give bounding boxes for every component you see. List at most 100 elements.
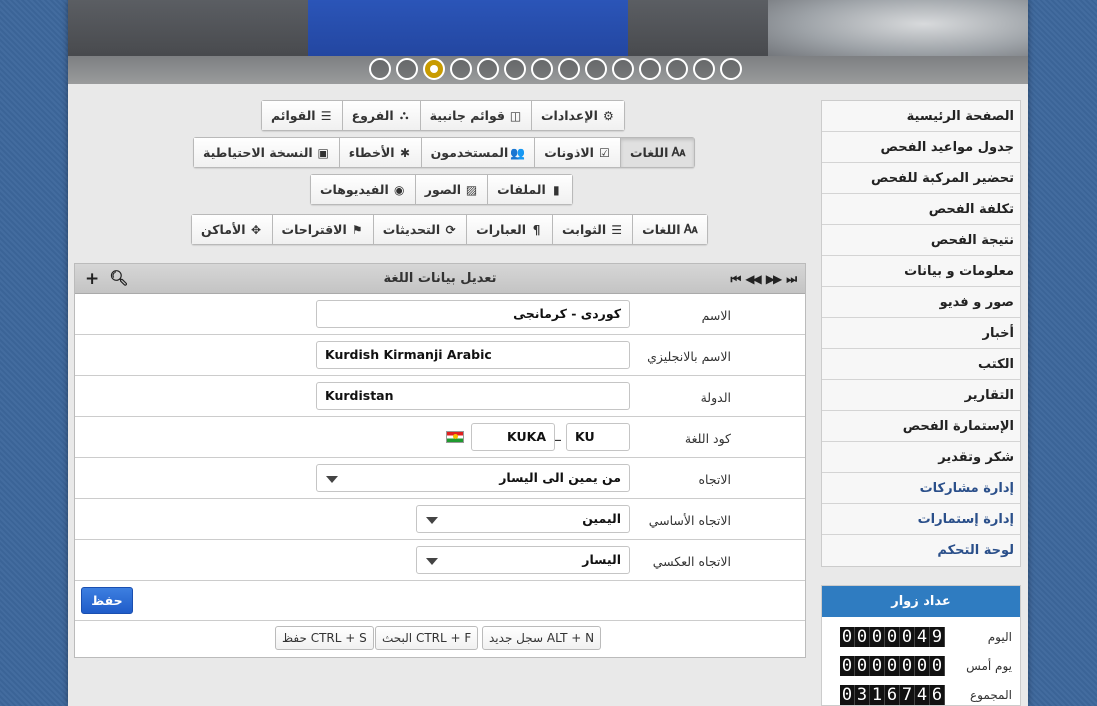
backup-button[interactable]: ▣ النسخة الاحتياطية (194, 138, 339, 167)
bug-icon: ✱ (400, 145, 411, 160)
counter-digits: 0000049 (840, 627, 945, 647)
direction-select[interactable]: من يمين الى اليسار (316, 464, 630, 492)
slider-dot[interactable] (369, 58, 391, 80)
bars-icon: ☰ (611, 222, 623, 237)
images-button[interactable]: ▨ الصور (414, 175, 488, 204)
language-code-input[interactable]: KU (566, 423, 630, 451)
counter-digit: 0 (885, 656, 900, 676)
crosshairs-icon: ✥ (251, 222, 262, 237)
places-button[interactable]: ✥ الأماكن (192, 215, 272, 244)
sidebar-item-vehicle-prep[interactable]: تحضير المركبة للفحص (822, 163, 1020, 194)
country-input[interactable]: Kurdistan (316, 382, 630, 410)
sidebar-item-result[interactable]: نتيجة الفحص (822, 225, 1020, 256)
sidebar-item-cost[interactable]: تكلفة الفحص (822, 194, 1020, 225)
counter-digit: 0 (840, 627, 855, 647)
counter-digit: 1 (870, 685, 885, 705)
counter-digit: 4 (915, 627, 930, 647)
languages-button[interactable]: 🗛 اللغات (619, 138, 695, 167)
phrases-button[interactable]: ¶ العبارات (466, 215, 553, 244)
counter-digit: 3 (855, 685, 870, 705)
slider-dot[interactable] (612, 58, 634, 80)
direction-label: الاتجاه (698, 472, 731, 487)
name-input[interactable]: كوردى - كرمانجى (316, 300, 630, 328)
slider-dot[interactable] (639, 58, 661, 80)
counter-row-today: اليوم 0000049 (822, 622, 1020, 651)
users-button[interactable]: 👥 المستخدمون (420, 138, 535, 167)
sidebar-item-home[interactable]: الصفحة الرئيسية (822, 101, 1020, 132)
sidebar-item-news[interactable]: أخبار (822, 318, 1020, 349)
form-title: تعديل بيانات اللغة (383, 271, 497, 286)
languages-sub-button[interactable]: 🗛 اللغات (632, 215, 707, 244)
language-code-label: كود اللغة (684, 431, 731, 446)
save-row: حفظ (75, 581, 805, 621)
counter-digit: 0 (930, 656, 945, 676)
counter-digit: 0 (840, 656, 855, 676)
sidebar-item-info[interactable]: معلومات و بيانات (822, 256, 1020, 287)
menus-button[interactable]: ☰ القوائم (262, 101, 342, 130)
videos-button[interactable]: ◉ الفيديوهات (311, 175, 415, 204)
kurdistan-flag-icon (446, 431, 464, 443)
last-record-icon[interactable]: ⏭ (786, 272, 797, 287)
save-button[interactable]: حفظ (81, 587, 133, 614)
slider-dot[interactable] (477, 58, 499, 80)
errors-button[interactable]: ✱ الأخطاء (338, 138, 421, 167)
suggestions-button[interactable]: ⚑ الاقتراحات (271, 215, 373, 244)
sidebar-item-manage-forms[interactable]: إدارة إستمارات (822, 504, 1020, 535)
direction-row: الاتجاه من يمين الى اليسار (75, 458, 805, 499)
slider-dot[interactable] (396, 58, 418, 80)
sidebar-item-thanks[interactable]: شكر وتقدير (822, 442, 1020, 473)
sidebar-item-media[interactable]: صور و فديو (822, 287, 1020, 318)
counter-digits: 0000000 (840, 656, 945, 676)
files-button[interactable]: ▮ الملفات (487, 175, 572, 204)
english-name-input[interactable]: Kurdish Kirmanji Arabic (316, 341, 630, 369)
slider-dot[interactable] (585, 58, 607, 80)
counter-digit: 0 (855, 656, 870, 676)
permissions-button[interactable]: ☑ الاذونات (534, 138, 620, 167)
slider-dot[interactable] (666, 58, 688, 80)
toolbar-row-3: ▮ الملفات ▨ الصور ◉ الفيديوهات (310, 174, 573, 205)
slider-dot[interactable] (558, 58, 580, 80)
shortcut-new-record: ALT + N سجل جديد (482, 626, 602, 650)
counter-digit: 0 (870, 656, 885, 676)
file-icon: ▮ (552, 182, 560, 197)
visitor-counter: عداد زوار اليوم 0000049 يوم أمس 0000000 … (821, 585, 1021, 706)
sidebar-item-inspection-form[interactable]: الإستمارة الفحص (822, 411, 1020, 442)
base-direction-row: الاتجاه الأساسي اليمين (75, 499, 805, 540)
sidebar-item-reports[interactable]: التقارير (822, 380, 1020, 411)
first-record-icon[interactable]: ⏮ (730, 272, 741, 287)
slider-dot[interactable] (450, 58, 472, 80)
sidebar-item-control-panel[interactable]: لوحة التحكم (822, 535, 1020, 566)
shortcut-search: CTRL + F البحث (375, 626, 479, 650)
slider-dot[interactable] (531, 58, 553, 80)
slider-dot-active[interactable] (423, 58, 445, 80)
updates-button[interactable]: ⟳ التحديثات (372, 215, 467, 244)
slider-dots (369, 58, 742, 80)
side-menus-button[interactable]: ◫ قوائم جانبية (419, 101, 531, 130)
english-name-label: الاسم بالانجليزي (647, 349, 731, 364)
refresh-icon: ⟳ (445, 222, 456, 237)
slider-dot[interactable] (504, 58, 526, 80)
caret-down-icon (426, 558, 438, 565)
counter-digit: 0 (870, 627, 885, 647)
slider-dot[interactable] (693, 58, 715, 80)
reverse-direction-select[interactable]: اليسار (416, 546, 630, 574)
sidebar-item-schedule[interactable]: جدول مواعيد الفحص (822, 132, 1020, 163)
language-region-code-input[interactable]: KUKA (471, 423, 555, 451)
shortcut-save: CTRL + S حفظ (275, 626, 374, 650)
check-square-icon: ☑ (599, 145, 610, 160)
counter-digit: 7 (900, 685, 915, 705)
constants-button[interactable]: ☰ الثوابت (552, 215, 633, 244)
country-label: الدولة (700, 390, 731, 405)
next-record-icon[interactable]: ▶▶ (766, 272, 783, 287)
caret-down-icon (426, 517, 438, 524)
previous-record-icon[interactable]: ◀◀ (745, 272, 762, 287)
counter-digit: 0 (900, 656, 915, 676)
settings-button[interactable]: ⚙ الإعدادات (531, 101, 624, 130)
branches-button[interactable]: ⛬ الفروع (341, 101, 420, 130)
sidebar-item-books[interactable]: الكتب (822, 349, 1020, 380)
flag-icon: ⚑ (351, 222, 363, 237)
counter-digit: 0 (915, 656, 930, 676)
slider-dot[interactable] (720, 58, 742, 80)
base-direction-select[interactable]: اليمين (416, 505, 630, 533)
sidebar-item-manage-posts[interactable]: إدارة مشاركات (822, 473, 1020, 504)
